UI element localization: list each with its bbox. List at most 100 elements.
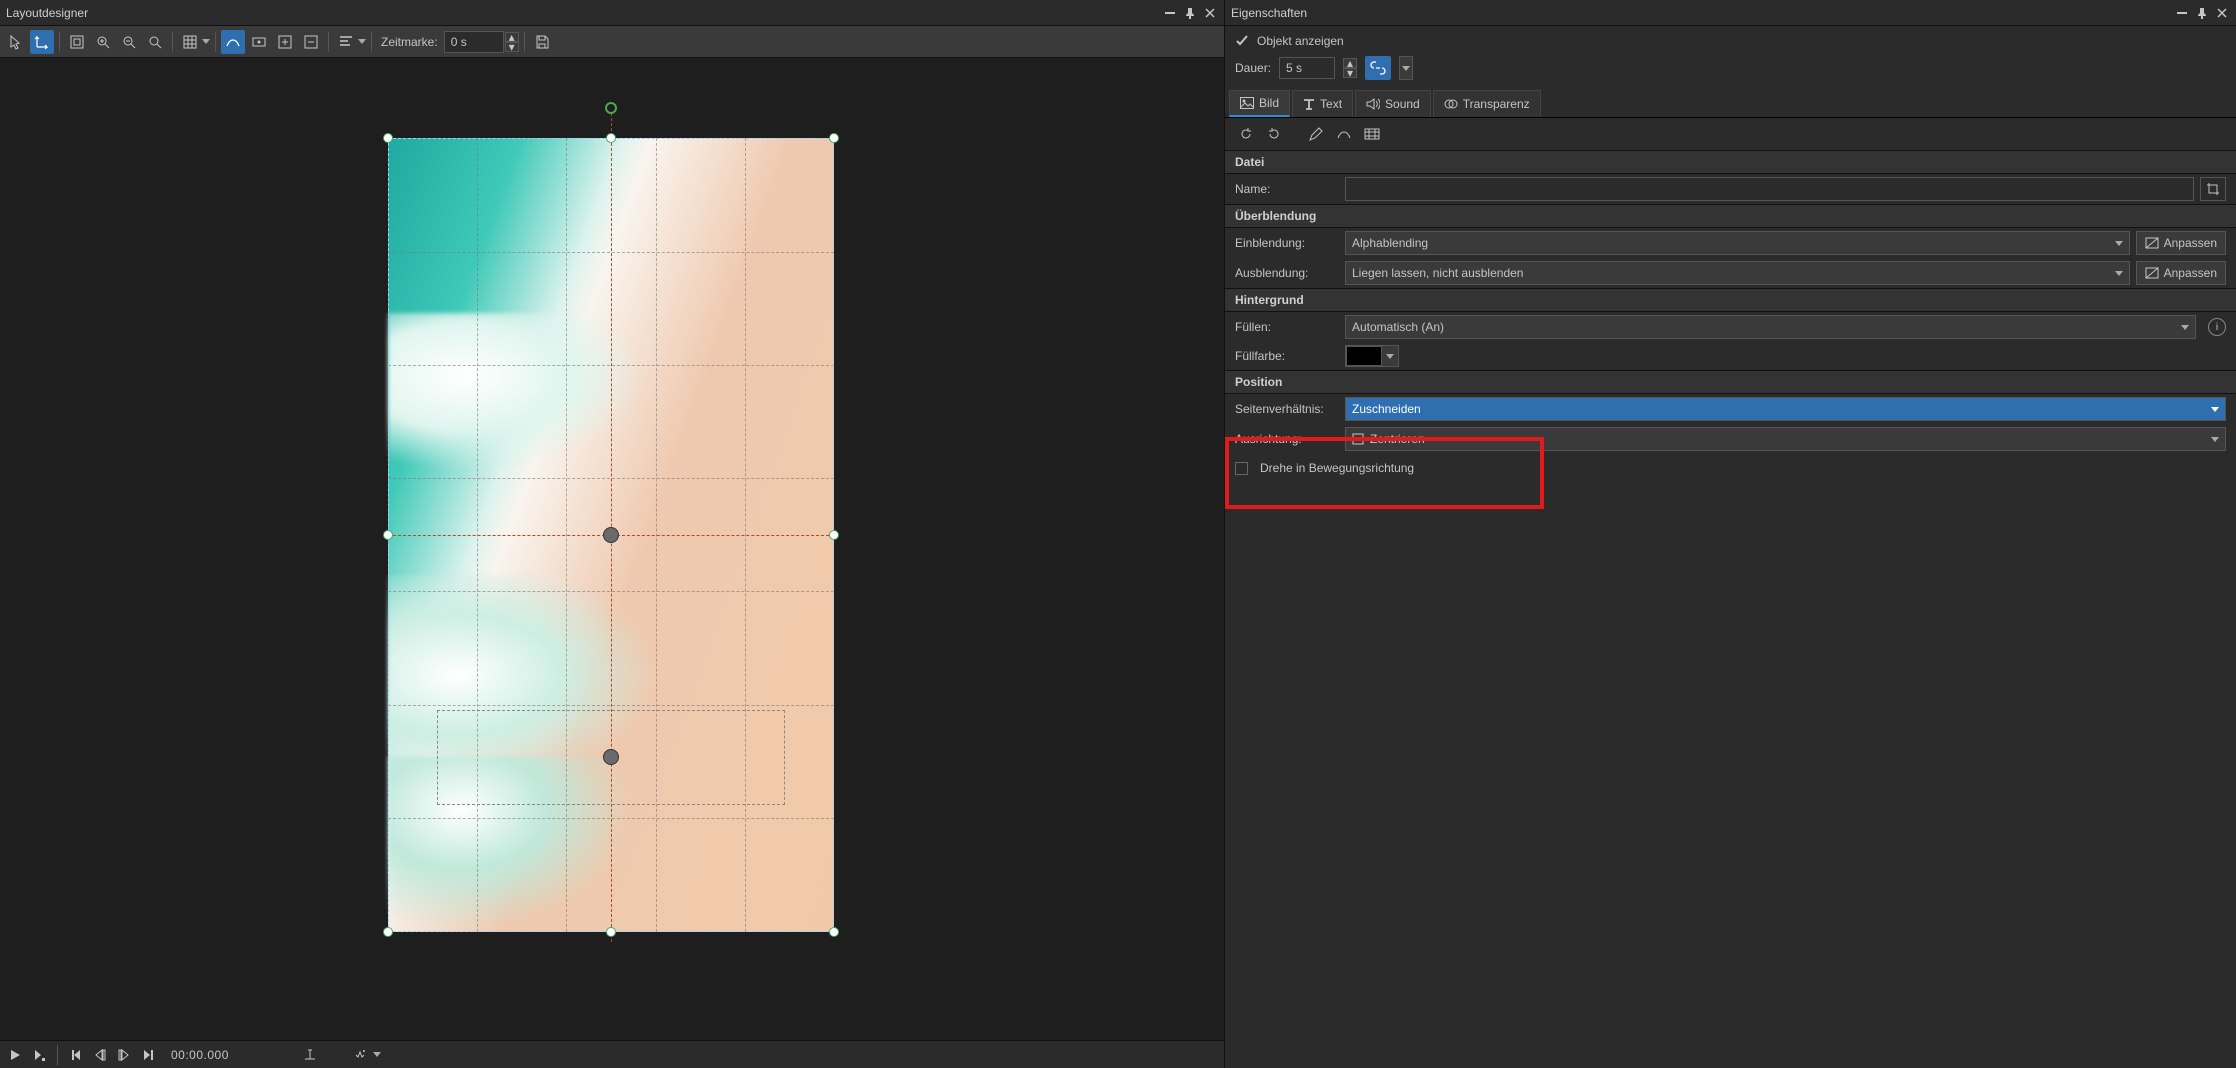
step-back-icon[interactable] bbox=[91, 1046, 109, 1064]
timemark-spinner[interactable]: ▴▾ bbox=[505, 32, 519, 52]
resize-handle-ml[interactable] bbox=[383, 530, 393, 540]
timeline-marker-icon[interactable] bbox=[301, 1046, 319, 1064]
resize-handle-tc[interactable] bbox=[606, 133, 616, 143]
layout-designer-title: Layoutdesigner bbox=[6, 6, 1158, 20]
axis-tool-icon[interactable] bbox=[30, 30, 54, 54]
center-align-icon bbox=[1352, 433, 1364, 445]
adjust-icon bbox=[2145, 237, 2159, 249]
fill-color-swatch[interactable] bbox=[1346, 346, 1382, 366]
add-frame-icon[interactable] bbox=[273, 30, 297, 54]
zoom-in-icon[interactable] bbox=[91, 30, 115, 54]
zoom-reset-icon[interactable] bbox=[143, 30, 167, 54]
step-forward-icon[interactable] bbox=[115, 1046, 133, 1064]
minimize-panel-icon[interactable] bbox=[1162, 6, 1178, 20]
align-icon[interactable] bbox=[334, 30, 358, 54]
resize-handle-br[interactable] bbox=[829, 927, 839, 937]
timemark-field[interactable]: 0 s bbox=[444, 31, 504, 53]
show-object-label: Objekt anzeigen bbox=[1257, 34, 1344, 48]
tab-transparenz[interactable]: Transparenz bbox=[1433, 90, 1541, 117]
ausblendung-dropdown[interactable]: Liegen lassen, nicht ausblenden bbox=[1345, 261, 2130, 285]
info-icon[interactable]: i bbox=[2208, 318, 2226, 336]
ausblendung-label: Ausblendung: bbox=[1235, 266, 1339, 280]
resize-handle-tl[interactable] bbox=[383, 133, 393, 143]
seitenverhaeltnis-dropdown[interactable]: Zuschneiden bbox=[1345, 397, 2226, 421]
tab-bild[interactable]: Bild bbox=[1229, 90, 1290, 117]
zoom-fit-icon[interactable] bbox=[65, 30, 89, 54]
link-dropdown-icon[interactable] bbox=[1399, 56, 1413, 80]
image-icon bbox=[1240, 97, 1254, 109]
section-ueberblendung: Überblendung bbox=[1225, 204, 2236, 228]
seitenverhaeltnis-label: Seitenverhältnis: bbox=[1235, 402, 1339, 416]
seitenverhaeltnis-row: Seitenverhältnis: Zuschneiden bbox=[1225, 394, 2236, 424]
name-row: Name: bbox=[1225, 174, 2236, 204]
edit-path-icon[interactable] bbox=[1305, 124, 1327, 144]
save-icon[interactable] bbox=[530, 30, 554, 54]
resize-handle-tr[interactable] bbox=[829, 133, 839, 143]
curve-icon[interactable] bbox=[1333, 124, 1355, 144]
name-input[interactable] bbox=[1345, 177, 2194, 201]
resize-handle-mr[interactable] bbox=[829, 530, 839, 540]
resize-handle-bc[interactable] bbox=[606, 927, 616, 937]
tab-text[interactable]: Text bbox=[1292, 90, 1353, 117]
show-object-row[interactable]: Objekt anzeigen bbox=[1225, 26, 2236, 52]
name-label: Name: bbox=[1235, 182, 1339, 196]
film-icon[interactable] bbox=[1361, 124, 1383, 144]
transparency-icon bbox=[1444, 98, 1458, 110]
next-keyframe-icon[interactable] bbox=[139, 1046, 157, 1064]
play-from-icon[interactable] bbox=[30, 1046, 48, 1064]
effects-icon[interactable] bbox=[351, 1046, 369, 1064]
layout-designer-panel: Layoutdesigner Zeitmarke: bbox=[0, 0, 1224, 1068]
keyframe-tool-icon[interactable] bbox=[247, 30, 271, 54]
zoom-out-icon[interactable] bbox=[117, 30, 141, 54]
pin-panel-icon[interactable] bbox=[2194, 6, 2210, 20]
ausrichtung-label: Ausrichtung: bbox=[1235, 432, 1339, 446]
anpassen-ausblendung-button[interactable]: Anpassen bbox=[2136, 261, 2226, 285]
play-icon[interactable] bbox=[6, 1046, 24, 1064]
properties-title: Eigenschaften bbox=[1231, 6, 2170, 20]
drehe-label: Drehe in Bewegungsrichtung bbox=[1260, 461, 1414, 475]
fuellfarbe-label: Füllfarbe: bbox=[1235, 349, 1339, 363]
drehe-row[interactable]: Drehe in Bewegungsrichtung bbox=[1225, 454, 2236, 482]
playback-bar: 00:00.000 bbox=[0, 1040, 1224, 1068]
rotate-handle[interactable] bbox=[605, 102, 617, 114]
crop-edit-icon[interactable] bbox=[2200, 177, 2226, 201]
chevron-down-icon[interactable] bbox=[202, 39, 210, 44]
select-tool-icon[interactable] bbox=[4, 30, 28, 54]
resize-handle-bl[interactable] bbox=[383, 927, 393, 937]
link-duration-icon[interactable] bbox=[1365, 56, 1391, 80]
timecode: 00:00.000 bbox=[171, 1048, 229, 1062]
duration-spinner[interactable]: ▴▾ bbox=[1343, 58, 1357, 78]
anpassen-einblendung-button[interactable]: Anpassen bbox=[2136, 231, 2226, 255]
properties-panel: Eigenschaften Objekt anzeigen Dauer: 5 s… bbox=[1224, 0, 2236, 1068]
close-panel-icon[interactable] bbox=[1202, 6, 1218, 20]
remove-frame-icon[interactable] bbox=[299, 30, 323, 54]
rotate-cw-icon[interactable] bbox=[1263, 124, 1285, 144]
einblendung-dropdown[interactable]: Alphablending bbox=[1345, 231, 2130, 255]
tab-sound[interactable]: Sound bbox=[1355, 90, 1431, 117]
prev-keyframe-icon[interactable] bbox=[67, 1046, 85, 1064]
einblendung-label: Einblendung: bbox=[1235, 236, 1339, 250]
fuellen-row: Füllen: Automatisch (An) i bbox=[1225, 312, 2236, 342]
selected-image-object[interactable] bbox=[388, 138, 834, 932]
canvas[interactable] bbox=[0, 58, 1224, 1040]
transform-icon-row bbox=[1225, 118, 2236, 150]
close-panel-icon[interactable] bbox=[2214, 6, 2230, 20]
rotate-ccw-icon[interactable] bbox=[1235, 124, 1257, 144]
ausrichtung-row: Ausrichtung: Zentrieren bbox=[1225, 424, 2236, 454]
grid-icon[interactable] bbox=[178, 30, 202, 54]
minimize-panel-icon[interactable] bbox=[2174, 6, 2190, 20]
duration-label: Dauer: bbox=[1235, 61, 1271, 75]
color-dropdown-icon[interactable] bbox=[1382, 346, 1398, 366]
path-tool-icon[interactable] bbox=[221, 30, 245, 54]
section-hintergrund: Hintergrund bbox=[1225, 288, 2236, 312]
ausrichtung-dropdown[interactable]: Zentrieren bbox=[1345, 427, 2226, 451]
duration-row: Dauer: 5 s ▴▾ bbox=[1225, 52, 2236, 90]
duration-input[interactable]: 5 s bbox=[1279, 57, 1335, 79]
drehe-checkbox[interactable] bbox=[1235, 462, 1248, 475]
ausblendung-row: Ausblendung: Liegen lassen, nicht ausble… bbox=[1225, 258, 2236, 288]
chevron-down-icon[interactable] bbox=[358, 39, 366, 44]
section-datei: Datei bbox=[1225, 150, 2236, 174]
fuellen-dropdown[interactable]: Automatisch (An) bbox=[1345, 315, 2196, 339]
pin-panel-icon[interactable] bbox=[1182, 6, 1198, 20]
chevron-down-icon[interactable] bbox=[373, 1052, 381, 1057]
